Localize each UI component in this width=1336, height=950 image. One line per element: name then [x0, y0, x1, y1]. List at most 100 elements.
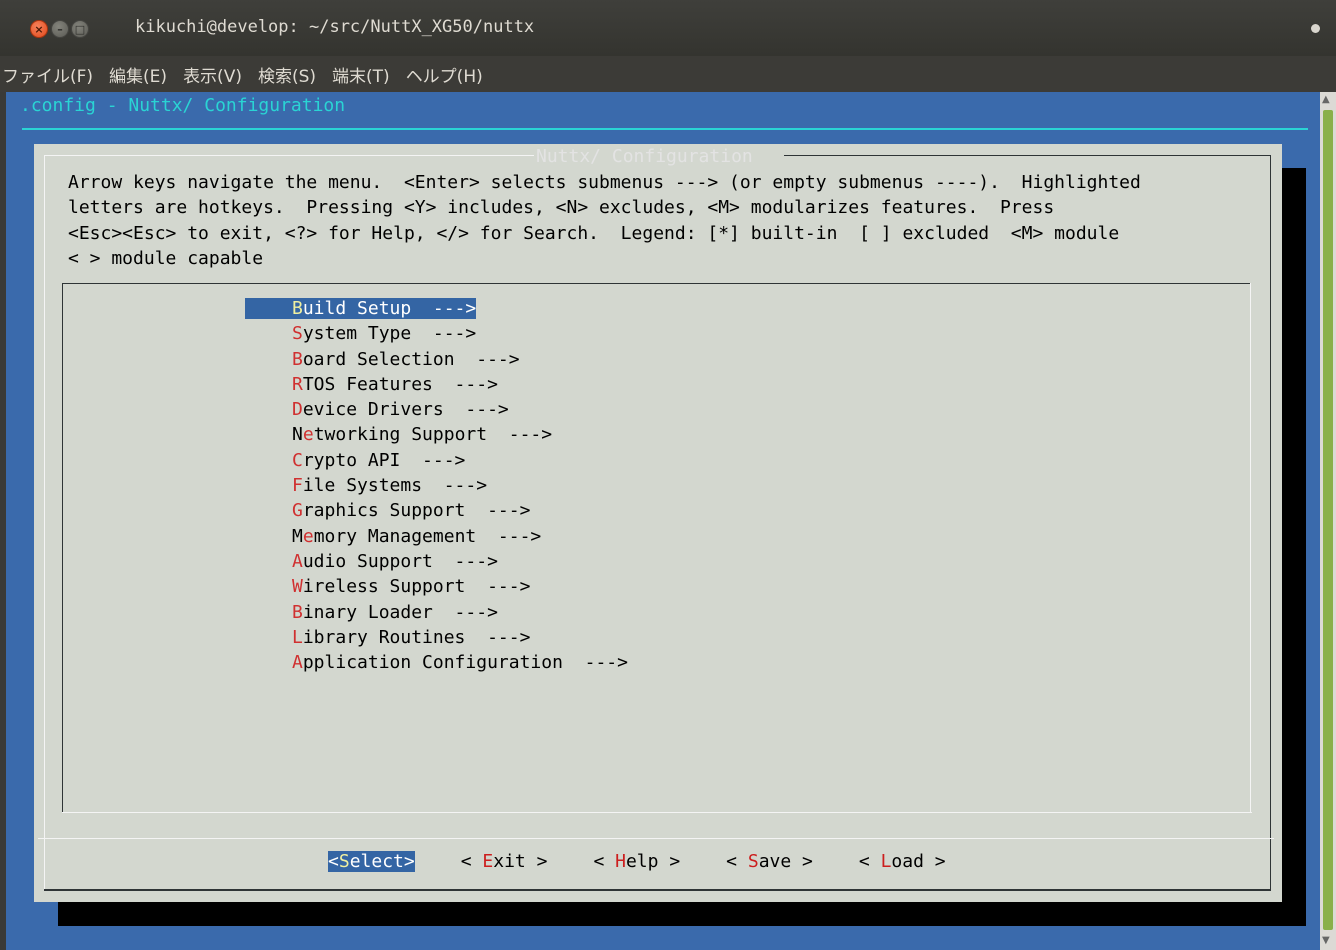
menu-item-hotkey: R: [292, 373, 303, 395]
menu-item-text: ireless Support --->: [302, 576, 531, 598]
menu-item-text: pplication Configuration --->: [302, 652, 628, 674]
dialog-frame: [44, 155, 45, 890]
menu-item[interactable]: RTOS Features --->: [245, 372, 628, 397]
menu-item-hotkey: C: [292, 449, 303, 471]
button-separator: [38, 838, 1274, 839]
menu-item-text: mory Management --->: [313, 525, 542, 547]
menu-item[interactable]: Networking Support --->: [245, 422, 628, 447]
title-rule: [22, 128, 1308, 130]
menu-item-text: ile Systems --->: [302, 475, 488, 497]
dialog-frame: [44, 889, 1271, 891]
menu-item-label: File Systems --->: [245, 475, 487, 496]
button-hotkey: S: [747, 851, 759, 872]
menu-item[interactable]: Crypto API --->: [245, 448, 628, 473]
menu-item-hotkey: e: [302, 525, 314, 547]
menu-item[interactable]: Library Routines --->: [245, 625, 628, 650]
menu-item-hotkey: G: [292, 500, 303, 522]
menu-item[interactable]: Audio Support --->: [245, 549, 628, 574]
menu-item[interactable]: Build Setup --->: [245, 296, 628, 321]
menu-item-hotkey: B: [292, 348, 303, 370]
dialog-frame: [1270, 155, 1271, 890]
scrollbar[interactable]: ▲ ▼: [1320, 92, 1336, 950]
window-title: kikuchi@develop: ~/src/NuttX_XG50/nuttx: [135, 17, 535, 37]
menu-item-hotkey: A: [292, 550, 303, 572]
menu-item[interactable]: Board Selection --->: [245, 347, 628, 372]
menu-item-label: Audio Support --->: [245, 551, 498, 572]
menu-item-text: raphics Support --->: [302, 500, 531, 522]
button-bracket: <: [858, 851, 881, 872]
maximize-window-button[interactable]: □: [71, 20, 89, 38]
menu-item[interactable]: Memory Management --->: [245, 524, 628, 549]
scroll-thumb[interactable]: [1323, 110, 1333, 930]
scroll-up-icon[interactable]: ▲: [1322, 94, 1330, 105]
menu-item-text: inary Loader --->: [302, 601, 498, 623]
config-menu-list: Build Setup ---> System Type ---> Board Se…: [245, 296, 628, 675]
indicator-icon: [1311, 24, 1320, 33]
menu-item-label: System Type --->: [245, 323, 476, 344]
menu-item-prefix: N: [292, 424, 303, 446]
menu-item-label: Application Configuration --->: [245, 652, 628, 673]
button-row: <Select> < Exit > < Help > < Save > < Load >: [328, 851, 946, 872]
menu-item-text: udio Support --->: [302, 550, 498, 572]
menu-search[interactable]: 検索(S): [258, 62, 316, 87]
menu-box-border: [1250, 283, 1251, 813]
menu-item-hotkey: B: [292, 298, 303, 319]
menu-item-text: uild Setup --->: [302, 298, 477, 319]
config-title: .config - Nuttx/ Configuration: [20, 95, 346, 116]
button-hotkey: S: [338, 851, 350, 872]
menu-item[interactable]: Graphics Support --->: [245, 498, 628, 523]
menu-item[interactable]: File Systems --->: [245, 473, 628, 498]
menu-help[interactable]: ヘルプ(H): [406, 62, 483, 87]
button-hotkey: L: [880, 851, 892, 872]
minimize-window-button[interactable]: –: [51, 20, 69, 38]
title-bar: × – □ kikuchi@develop: ~/src/NuttX_XG50/…: [0, 0, 1336, 56]
button-label: oad >: [891, 851, 946, 872]
help-text: Arrow keys navigate the menu. <Enter> se…: [68, 172, 1141, 269]
menu-item-label: Device Drivers --->: [245, 399, 509, 420]
menu-file[interactable]: ファイル(F): [2, 62, 93, 87]
dialog-frame: [44, 155, 534, 156]
dialog-button[interactable]: < Save >: [726, 851, 813, 872]
button-bracket: <: [460, 851, 483, 872]
menu-item-text: ibrary Routines --->: [302, 626, 531, 648]
dialog-button[interactable]: < Load >: [859, 851, 946, 872]
menu-item[interactable]: Binary Loader --->: [245, 600, 628, 625]
menu-item[interactable]: System Type --->: [245, 321, 628, 346]
menu-box-border: [62, 812, 1252, 813]
dialog-frame: [784, 155, 1270, 156]
dialog-button[interactable]: < Help >: [593, 851, 680, 872]
menu-item-label: RTOS Features --->: [245, 374, 498, 395]
menu-item-hotkey: F: [292, 475, 303, 497]
menu-item-hotkey: L: [292, 626, 303, 648]
dialog-button[interactable]: < Exit >: [461, 851, 548, 872]
menu-item-text: evice Drivers --->: [302, 399, 509, 421]
button-bracket: <: [328, 851, 339, 872]
menu-item-prefix: M: [292, 525, 303, 547]
menu-item[interactable]: Wireless Support --->: [245, 574, 628, 599]
menu-item-hotkey: S: [292, 323, 303, 345]
menu-item-text: tworking Support --->: [313, 424, 553, 446]
menu-item-label: Networking Support --->: [245, 424, 552, 445]
dialog-heading: Nuttx/ Configuration: [536, 146, 753, 167]
menu-item-label: Crypto API --->: [245, 450, 465, 471]
button-label: elect>: [349, 851, 415, 872]
menu-item-hotkey: A: [292, 652, 303, 674]
menu-item[interactable]: Device Drivers --->: [245, 397, 628, 422]
menu-edit[interactable]: 編集(E): [109, 62, 167, 87]
menu-box-border: [62, 283, 63, 813]
menu-view[interactable]: 表示(V): [183, 62, 242, 87]
close-window-button[interactable]: ×: [30, 20, 48, 38]
menu-item-label: Binary Loader --->: [245, 602, 498, 623]
scroll-down-icon[interactable]: ▼: [1322, 935, 1330, 946]
menu-item-label: Board Selection --->: [245, 349, 520, 370]
menu-item-text: TOS Features --->: [302, 373, 498, 395]
menu-terminal[interactable]: 端末(T): [332, 62, 390, 87]
menu-box-border: [62, 283, 1250, 284]
menu-item-label: Memory Management --->: [245, 526, 541, 547]
button-bracket: <: [593, 851, 616, 872]
menu-item[interactable]: Application Configuration --->: [245, 650, 628, 675]
menu-item-label: Wireless Support --->: [245, 576, 530, 597]
button-bracket: <: [726, 851, 748, 872]
button-label: xit >: [493, 851, 548, 872]
dialog-button[interactable]: <Select>: [328, 851, 415, 872]
